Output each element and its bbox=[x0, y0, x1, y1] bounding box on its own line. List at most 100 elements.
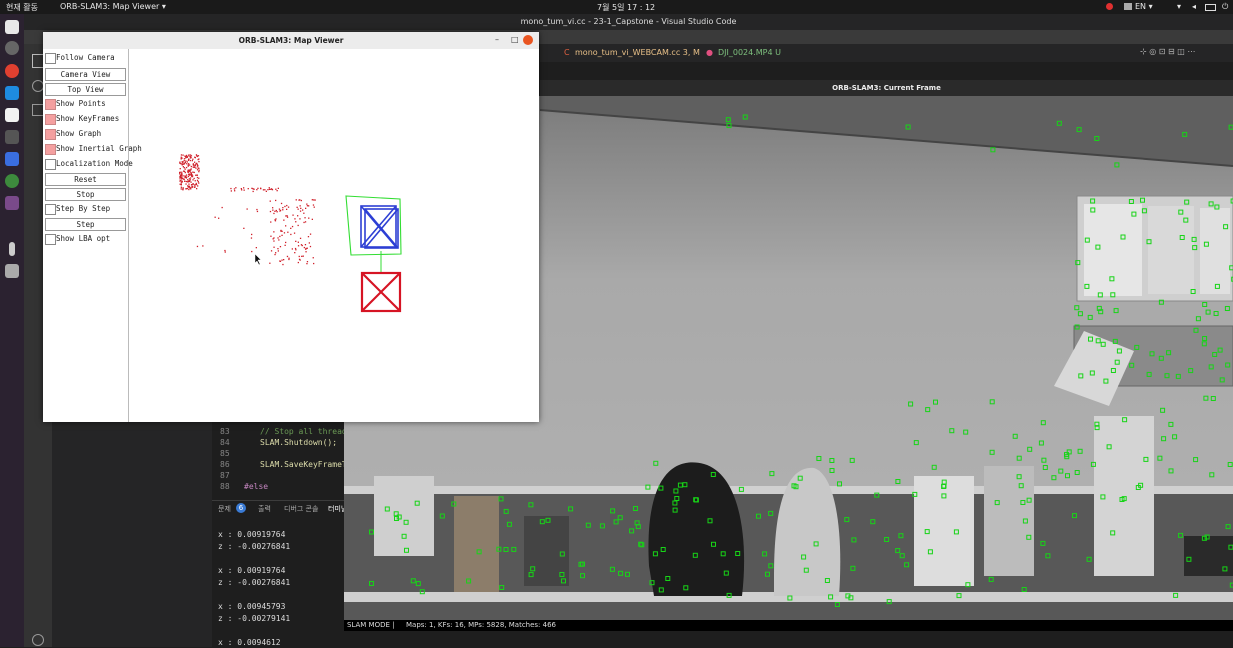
app-menu[interactable]: ORB-SLAM3: Map Viewer ▾ bbox=[60, 2, 166, 11]
map-point bbox=[192, 179, 193, 180]
map-point bbox=[256, 247, 257, 248]
map-point bbox=[241, 188, 242, 189]
map-point bbox=[182, 164, 183, 165]
language-indicator[interactable]: EN ▾ bbox=[1135, 2, 1153, 11]
tab-webcam[interactable]: mono_tum_vi_WEBCAM.cc 3, M bbox=[575, 48, 700, 57]
maximize-button[interactable]: □ bbox=[511, 35, 519, 44]
stop-button[interactable]: Stop bbox=[45, 188, 126, 201]
map-point bbox=[269, 263, 270, 264]
map-point bbox=[182, 188, 183, 189]
map-point bbox=[281, 203, 282, 204]
map-point bbox=[222, 207, 223, 208]
map-point bbox=[305, 208, 306, 209]
map-point bbox=[184, 167, 185, 168]
activities-button[interactable]: 현재 활동 bbox=[6, 2, 38, 13]
map-point bbox=[243, 228, 244, 229]
map-point bbox=[189, 164, 190, 165]
camera-view-button[interactable]: Camera View bbox=[45, 68, 126, 81]
disk-icon[interactable] bbox=[5, 41, 19, 55]
top-view-button[interactable]: Top View bbox=[45, 83, 126, 96]
map-point bbox=[277, 190, 278, 191]
files-icon[interactable] bbox=[5, 20, 19, 34]
map-point bbox=[251, 251, 252, 252]
map-point bbox=[295, 241, 296, 242]
code-editor[interactable]: 83 // Stop all threads 84 SLAM.Shutdown(… bbox=[212, 420, 346, 500]
map-3d-view[interactable] bbox=[129, 49, 539, 422]
map-point bbox=[284, 206, 285, 207]
tab-problems[interactable]: 문제 bbox=[218, 504, 231, 514]
wifi-icon[interactable]: ▾ bbox=[1177, 2, 1181, 11]
app-icon-2[interactable] bbox=[5, 174, 19, 188]
map-point bbox=[270, 221, 271, 222]
follow-camera-checkbox[interactable] bbox=[45, 53, 56, 64]
map-point bbox=[303, 213, 304, 214]
map-point bbox=[198, 168, 199, 169]
show-inertial-graph-checkbox[interactable] bbox=[45, 144, 56, 155]
map-viewer-title[interactable]: ORB-SLAM3: Map Viewer bbox=[43, 32, 539, 49]
map-viewer-icon[interactable] bbox=[5, 196, 19, 210]
chrome-icon[interactable] bbox=[5, 64, 19, 78]
map-canvas[interactable] bbox=[129, 49, 539, 422]
map-point bbox=[181, 184, 182, 185]
volume-icon[interactable]: ◂ bbox=[1192, 2, 1196, 11]
map-point bbox=[304, 247, 305, 248]
battery-icon[interactable] bbox=[1205, 4, 1216, 11]
minimize-button[interactable]: – bbox=[495, 35, 499, 44]
map-point bbox=[296, 199, 297, 200]
map-point bbox=[179, 162, 180, 163]
editor-actions[interactable]: ⊹ ◎ ⊡ ⊟ ◫ ⋯ bbox=[1140, 47, 1195, 56]
map-point bbox=[279, 260, 280, 261]
trash-icon[interactable] bbox=[5, 264, 19, 278]
map-point bbox=[193, 183, 194, 184]
map-point bbox=[194, 172, 195, 173]
map-point bbox=[275, 218, 276, 219]
map-point bbox=[193, 164, 194, 165]
map-point bbox=[180, 168, 181, 169]
map-point bbox=[195, 168, 196, 169]
folders bbox=[1094, 416, 1154, 576]
show-points-checkbox[interactable] bbox=[45, 99, 56, 110]
tab-debug-console[interactable]: 디버그 콘솔 bbox=[284, 504, 318, 514]
tab-output[interactable]: 출력 bbox=[258, 504, 271, 514]
show-graph-checkbox[interactable] bbox=[45, 129, 56, 140]
localization-mode-checkbox[interactable] bbox=[45, 159, 56, 170]
tab-dji-video[interactable]: DJI_0024.MP4 U bbox=[718, 48, 781, 57]
terminal-icon[interactable] bbox=[5, 130, 19, 144]
step-by-step-label: Step By Step bbox=[56, 204, 110, 213]
show-lba-opt-checkbox[interactable] bbox=[45, 234, 56, 245]
app-icon[interactable] bbox=[5, 152, 19, 166]
account-icon[interactable] bbox=[32, 634, 44, 646]
text-editor-icon[interactable] bbox=[5, 108, 19, 122]
vscode-icon[interactable] bbox=[5, 86, 19, 100]
power-icon[interactable]: ⏻ bbox=[1222, 2, 1228, 12]
map-point bbox=[274, 254, 275, 255]
map-point bbox=[185, 160, 186, 161]
device bbox=[1184, 536, 1233, 576]
map-point bbox=[193, 167, 194, 168]
close-button[interactable] bbox=[523, 35, 533, 45]
map-point bbox=[185, 176, 186, 177]
usb-icon[interactable] bbox=[9, 242, 15, 256]
map-point bbox=[273, 238, 274, 239]
map-point bbox=[191, 168, 192, 169]
show-keyframes-checkbox[interactable] bbox=[45, 114, 56, 125]
clock[interactable]: 7월 5일 17 : 12 bbox=[597, 2, 655, 13]
map-point bbox=[269, 189, 270, 190]
record-icon[interactable] bbox=[1106, 3, 1113, 10]
screen-icon[interactable] bbox=[1124, 3, 1132, 10]
step-button[interactable]: Step bbox=[45, 218, 126, 231]
keyframes bbox=[361, 206, 398, 248]
map-point bbox=[275, 189, 276, 190]
reset-button[interactable]: Reset bbox=[45, 173, 126, 186]
map-point bbox=[303, 222, 304, 223]
map-point bbox=[225, 251, 226, 252]
map-points bbox=[179, 154, 316, 265]
map-point bbox=[189, 186, 190, 187]
map-point bbox=[197, 177, 198, 178]
map-point bbox=[285, 242, 286, 243]
map-point bbox=[302, 245, 303, 246]
step-by-step-checkbox[interactable] bbox=[45, 204, 56, 215]
map-point bbox=[191, 174, 192, 175]
vscode-title-bar: mono_tum_vi.cc - 23-1_Capstone - Visual … bbox=[24, 14, 1233, 30]
map-point bbox=[183, 175, 184, 176]
